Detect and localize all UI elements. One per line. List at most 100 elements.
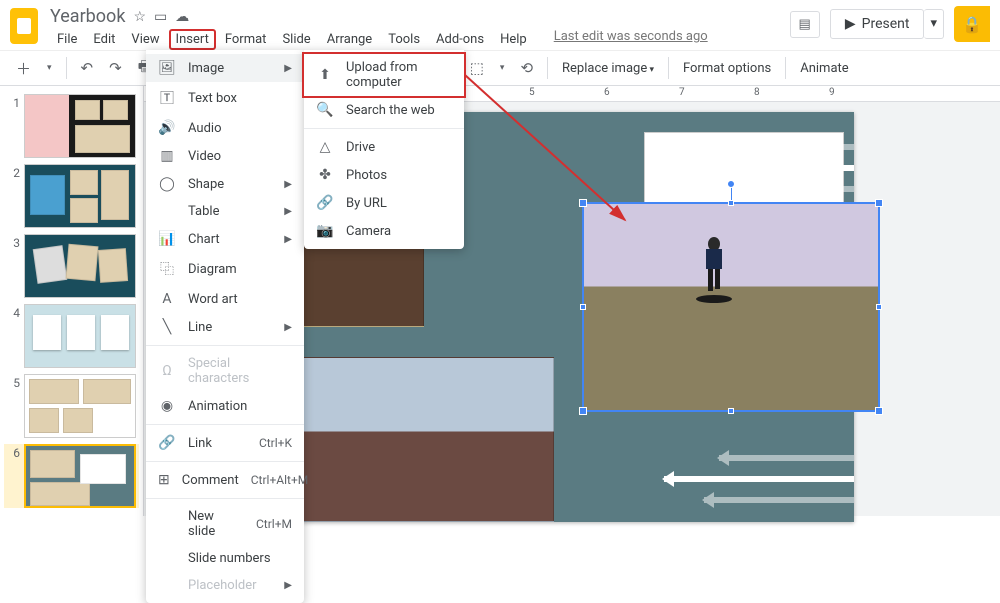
thumbnail-panel: 1 2 3 4 5 6 <box>0 86 144 516</box>
animation-icon: ◉ <box>158 398 176 414</box>
thumb-number: 6 <box>4 444 20 460</box>
menu-slide[interactable]: Slide <box>275 29 317 50</box>
separator <box>304 128 464 129</box>
menu-item-video[interactable]: ▥Video <box>146 142 304 170</box>
slide-thumbnail[interactable] <box>24 374 136 438</box>
thumb-number: 2 <box>4 164 20 180</box>
resize-handle-n[interactable] <box>728 200 734 206</box>
label: Placeholder <box>188 578 272 593</box>
menu-item-textbox[interactable]: 🅃Text box <box>146 82 304 114</box>
mask-dropdown[interactable]: ▾ <box>494 59 511 77</box>
menu-item-chart[interactable]: 📊Chart▶ <box>146 225 304 253</box>
menu-item-table[interactable]: Table▶ <box>146 198 304 225</box>
reset-image-button[interactable]: ⟲ <box>514 55 539 81</box>
arrow-shape[interactable] <box>724 144 854 150</box>
submenu-arrow-icon: ▶ <box>284 63 292 74</box>
slide-thumbnail[interactable] <box>24 164 136 228</box>
slide-thumbnail[interactable] <box>24 304 136 368</box>
separator <box>146 461 304 462</box>
menu-format[interactable]: Format <box>218 29 274 50</box>
shape-icon: ◯ <box>158 176 176 192</box>
lock-icon: 🔒 <box>962 15 982 34</box>
last-edit-link[interactable]: Last edit was seconds ago <box>554 29 708 50</box>
label: Word art <box>188 292 292 307</box>
present-dropdown[interactable]: ▾ <box>924 9 944 39</box>
label: By URL <box>346 196 452 211</box>
arrow-shape[interactable] <box>704 186 854 192</box>
menu-item-slide-numbers[interactable]: Slide numbers <box>146 545 304 572</box>
submenu-by-url[interactable]: 🔗By URL <box>304 189 464 217</box>
resize-handle-w[interactable] <box>580 304 586 310</box>
menu-item-new-slide[interactable]: New slideCtrl+M <box>146 503 304 545</box>
menu-edit[interactable]: Edit <box>86 29 122 50</box>
submenu-photos[interactable]: ✤ Photos <box>304 161 464 189</box>
selected-image[interactable] <box>582 202 880 412</box>
resize-handle-ne[interactable] <box>875 199 883 207</box>
share-lock-button[interactable]: 🔒 <box>954 6 990 42</box>
undo-button[interactable]: ↶ <box>75 55 100 81</box>
submenu-drive[interactable]: △Drive <box>304 133 464 161</box>
menu-view[interactable]: View <box>124 29 166 50</box>
menu-addons[interactable]: Add-ons <box>429 29 491 50</box>
redo-button[interactable]: ↷ <box>103 55 128 81</box>
menu-help[interactable]: Help <box>493 29 534 50</box>
submenu-search-web[interactable]: 🔍Search the web <box>304 96 464 124</box>
arrow-shape[interactable] <box>719 455 854 461</box>
label: Chart <box>188 232 272 247</box>
label: Image <box>188 61 272 76</box>
menu-item-audio[interactable]: 🔊Audio <box>146 114 304 142</box>
new-slide-dropdown[interactable]: ▾ <box>41 59 58 77</box>
menu-item-link[interactable]: 🔗LinkCtrl+K <box>146 429 304 457</box>
label: Photos <box>346 168 452 183</box>
special-chars-icon: Ω <box>158 363 176 379</box>
separator <box>146 345 304 346</box>
crop-button[interactable]: ⬚ <box>464 55 490 81</box>
image-submenu: ⬆Upload from computer 🔍Search the web △D… <box>304 50 464 249</box>
slide-thumbnail[interactable] <box>24 234 136 298</box>
menu-tools[interactable]: Tools <box>381 29 427 50</box>
separator <box>146 498 304 499</box>
resize-handle-sw[interactable] <box>579 407 587 415</box>
slides-logo[interactable] <box>10 8 38 44</box>
replace-image-dropdown[interactable]: Replace image <box>556 57 660 80</box>
menu-item-image[interactable]: 🖼Image▶ <box>146 54 304 82</box>
arrow-shape[interactable] <box>704 497 854 503</box>
animate-button[interactable]: Animate <box>794 57 854 80</box>
slide-thumbnail[interactable] <box>24 94 136 158</box>
present-button[interactable]: ▶Present <box>830 9 925 39</box>
label: Animation <box>188 399 292 414</box>
comments-button[interactable]: ▤ <box>790 11 820 38</box>
label: Text box <box>188 91 292 106</box>
rotate-handle[interactable] <box>727 180 735 188</box>
menu-item-diagram[interactable]: ⿻Diagram <box>146 253 304 285</box>
new-slide-button[interactable]: ＋ <box>10 54 37 83</box>
star-icon[interactable]: ☆ <box>133 9 146 25</box>
resize-handle-nw[interactable] <box>579 199 587 207</box>
format-options-button[interactable]: Format options <box>677 57 777 80</box>
photos-icon: ✤ <box>316 167 334 183</box>
resize-handle-s[interactable] <box>728 408 734 414</box>
separator <box>668 57 669 79</box>
submenu-upload-computer[interactable]: ⬆Upload from computer <box>304 54 464 96</box>
menu-file[interactable]: File <box>50 29 84 50</box>
document-title[interactable]: Yearbook <box>50 6 125 27</box>
label: Search the web <box>346 103 452 118</box>
menu-insert[interactable]: Insert <box>169 29 216 50</box>
label: Special characters <box>188 356 292 386</box>
menu-item-wordart[interactable]: AWord art <box>146 285 304 313</box>
label: Comment <box>182 473 239 488</box>
resize-handle-se[interactable] <box>875 407 883 415</box>
menu-item-animation[interactable]: ◉ Animation <box>146 392 304 420</box>
menu-item-line[interactable]: ╲Line▶ <box>146 313 304 341</box>
arrow-shape[interactable] <box>664 476 854 482</box>
menu-item-comment[interactable]: ⊞CommentCtrl+Alt+M <box>146 466 304 494</box>
label: Line <box>188 320 272 335</box>
move-folder-icon[interactable]: ▭ <box>154 9 167 25</box>
submenu-camera[interactable]: 📷Camera <box>304 217 464 245</box>
submenu-arrow-icon: ▶ <box>284 234 292 245</box>
arrow-shape[interactable] <box>689 165 854 171</box>
resize-handle-e[interactable] <box>876 304 882 310</box>
slide-thumbnail[interactable] <box>24 444 136 508</box>
menu-item-shape[interactable]: ◯Shape▶ <box>146 170 304 198</box>
menu-arrange[interactable]: Arrange <box>320 29 379 50</box>
